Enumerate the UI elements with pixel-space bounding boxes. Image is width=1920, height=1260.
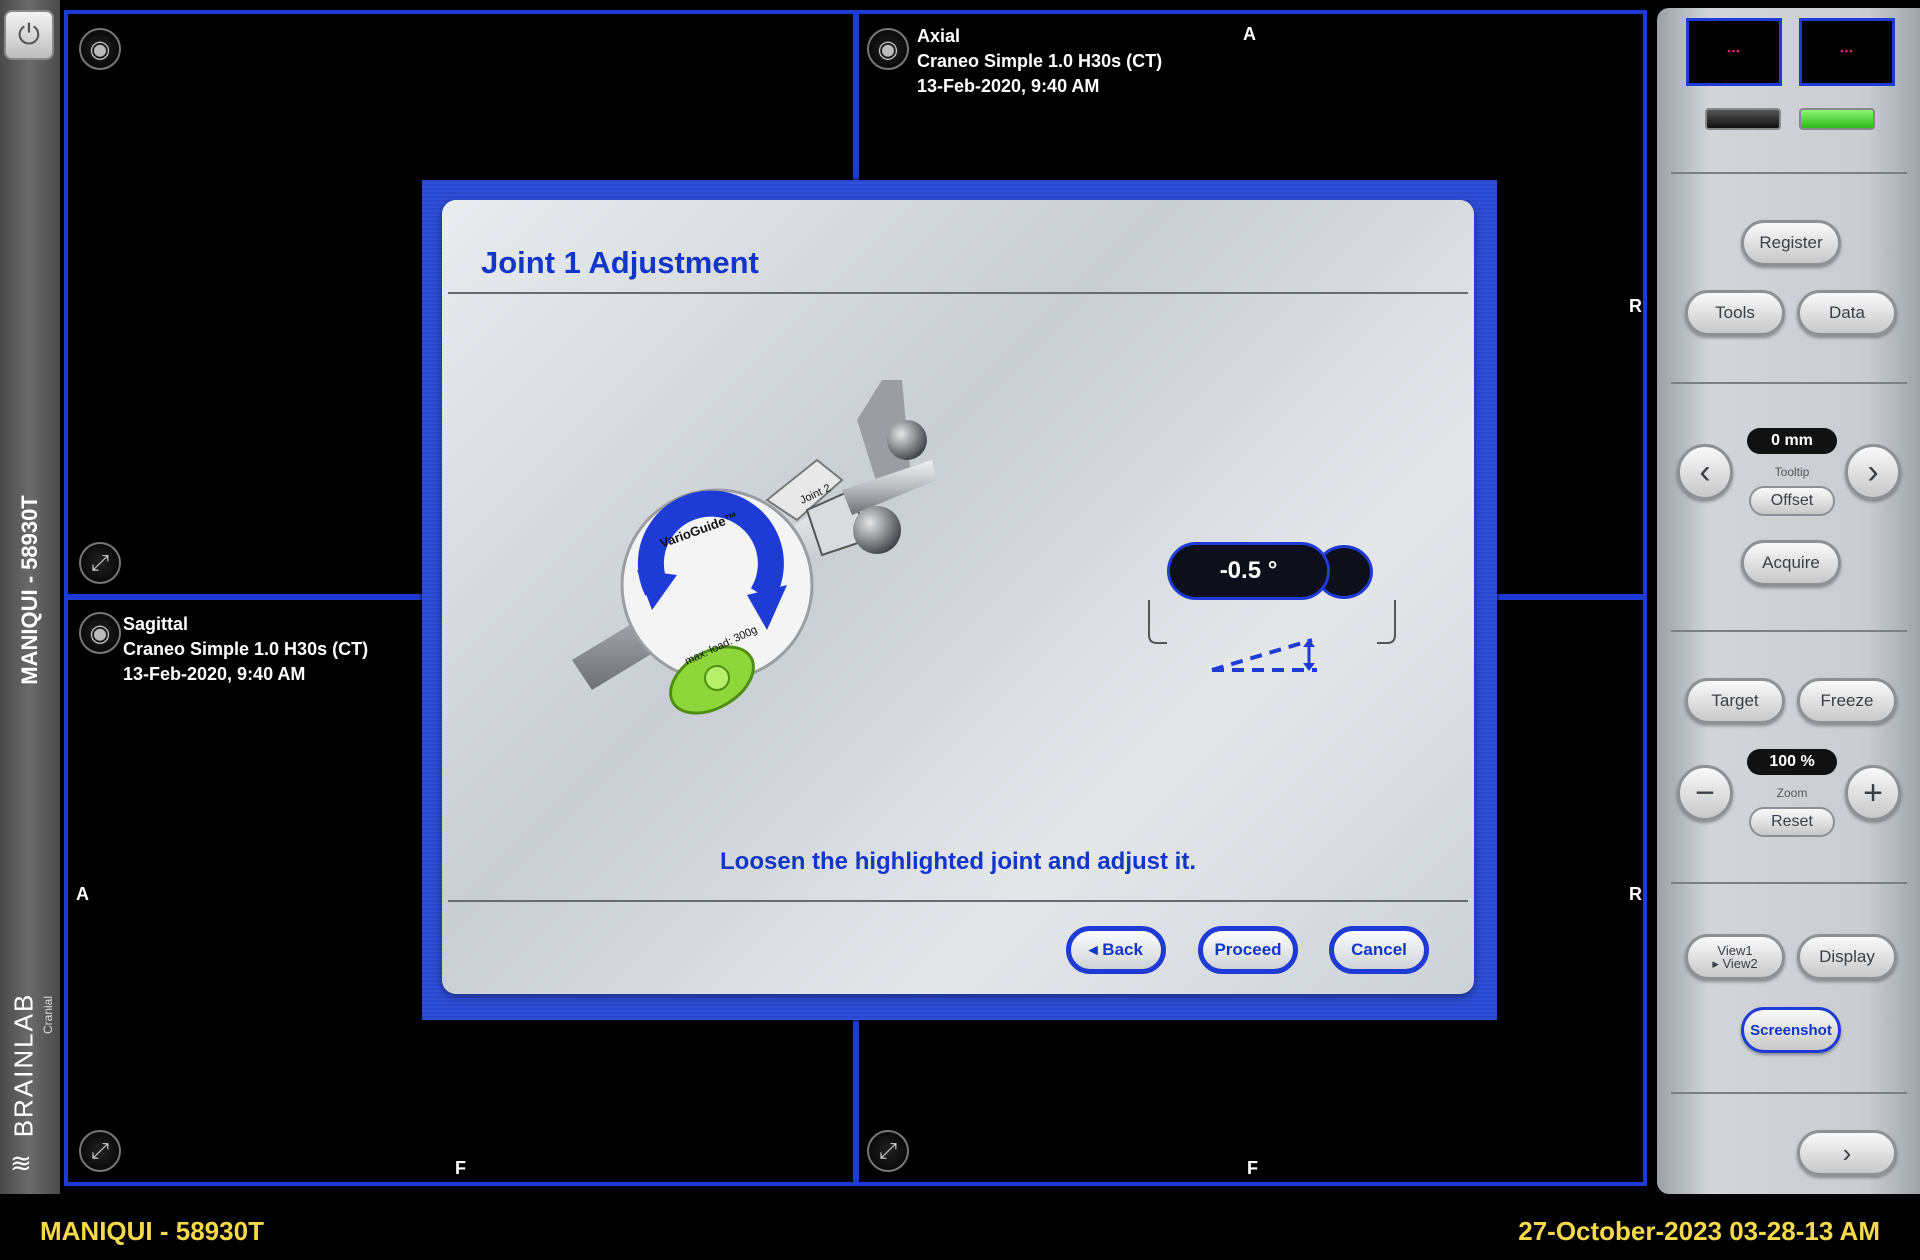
screenshot-button[interactable]: Screenshot [1741,1007,1841,1053]
target-button[interactable]: Target [1685,678,1785,724]
mini-view-1[interactable]: ••• [1686,18,1782,86]
chevron-right-icon: › [1867,452,1879,491]
axial-date-label: 13-Feb-2020, 9:40 AM [917,76,1100,96]
dialog-title: Joint 1 Adjustment [481,245,759,280]
sagittal-info: Sagittal Craneo Simple 1.0 H30s (CT) 13-… [123,612,368,687]
register-button[interactable]: Register [1741,220,1841,266]
status-footer: MANIQUI - 58930T 27-October-2023 03-28-1… [0,1194,1920,1260]
divider [1671,630,1907,632]
orientation-bottom: F [455,1158,466,1178]
varioguide-device-illustration: VarioGuide™ max. load: 300g Joint 2 [572,380,937,715]
proceed-button[interactable]: Proceed [1198,926,1298,974]
tools-button[interactable]: Tools [1685,290,1785,336]
divider [1671,1092,1907,1094]
footer-datetime: 27-October-2023 03-28-13 AM [1518,1216,1880,1246]
cancel-button[interactable]: Cancel [1329,926,1429,974]
minus-icon: − [1695,773,1715,812]
expand-icon[interactable]: ⤢ [867,1130,909,1172]
orientation-right: R [1629,884,1642,904]
tooltip-increase-button[interactable]: › [1845,444,1901,500]
joint-adjustment-dialog: Joint 1 Adjustment VarioGuide™ max. load… [442,200,1474,994]
tracking-dots-icon: ••• [1840,46,1854,58]
display-button[interactable]: Display [1797,934,1897,980]
tooltip-label: Tooltip [1774,465,1810,479]
dialog-divider [448,292,1468,294]
plus-icon: + [1863,773,1883,812]
status-indicator-left [1705,108,1781,130]
power-icon: ⏻ [17,18,41,50]
eye-icon[interactable]: ◉ [79,612,121,654]
zoom-label: Zoom [1776,786,1808,800]
instruction-text: Loosen the highlighted joint and adjust … [720,848,1196,875]
chevron-right-icon: › [1842,1137,1852,1168]
data-button[interactable]: Data [1797,290,1897,336]
tracking-dots-icon: ••• [1727,46,1741,58]
sagittal-series-label: Craneo Simple 1.0 H30s (CT) [123,639,369,659]
brand-logo-text: BRAINLAB [8,992,39,1138]
offset-button[interactable]: Offset [1749,486,1835,516]
zoom-value: 100 % [1747,749,1837,775]
footer-patient-label: MANIQUI - 58930T [40,1216,264,1246]
brand-mark-icon: ≋ [10,1148,32,1178]
axial-plane-label: Axial [917,26,961,46]
dialog-divider [448,900,1468,902]
power-button[interactable]: ⏻ [4,10,54,60]
zoom-in-button[interactable]: + [1845,765,1901,821]
right-control-panel: ••• ••• Register Tools Data ‹ 0 mm Toolt… [1657,8,1920,1194]
orientation-left: A [76,884,89,904]
left-strip: ⏻ MANIQUI - 58930T BRAINLAB Cranial ≋ [0,0,60,1194]
next-button[interactable]: › [1797,1130,1897,1176]
expand-icon[interactable]: ⤢ [79,542,121,584]
patient-vertical-label: MANIQUI - 58930T [17,495,42,685]
orientation-bottom: F [1247,1158,1258,1178]
expand-icon[interactable]: ⤢ [79,1130,121,1172]
tooltip-decrease-button[interactable]: ‹ [1677,444,1733,500]
zoom-reset-button[interactable]: Reset [1749,807,1835,837]
orientation-right: R [1629,296,1642,316]
back-button[interactable]: ◂ Back [1066,926,1166,974]
zoom-out-button[interactable]: − [1677,765,1733,821]
mini-view-2[interactable]: ••• [1799,18,1895,86]
view-toggle-button[interactable]: View1 ▸ View2 [1685,934,1785,980]
acquire-button[interactable]: Acquire [1741,540,1841,586]
chevron-left-icon: ‹ [1699,452,1711,491]
orientation-top: A [1243,24,1256,44]
freeze-button[interactable]: Freeze [1797,678,1897,724]
eye-icon[interactable]: ◉ [867,28,909,70]
sagittal-plane-label: Sagittal [123,614,189,634]
axial-series-label: Craneo Simple 1.0 H30s (CT) [917,51,1163,71]
status-indicator-right [1799,108,1875,130]
dialog-frame: Joint 1 Adjustment VarioGuide™ max. load… [422,180,1497,1020]
eye-icon[interactable]: ◉ [79,28,121,70]
sagittal-date-label: 13-Feb-2020, 9:40 AM [123,664,306,684]
axial-info: Axial Craneo Simple 1.0 H30s (CT) 13-Feb… [917,24,1162,99]
tooltip-offset-value: 0 mm [1747,428,1837,454]
divider [1671,382,1907,384]
angle-bracket-icon [1148,600,1396,672]
divider [1671,172,1907,174]
divider [1671,882,1907,884]
brand-subtitle: Cranial [41,995,55,1035]
view-toggle-line2: ▸ View2 [1712,956,1758,971]
